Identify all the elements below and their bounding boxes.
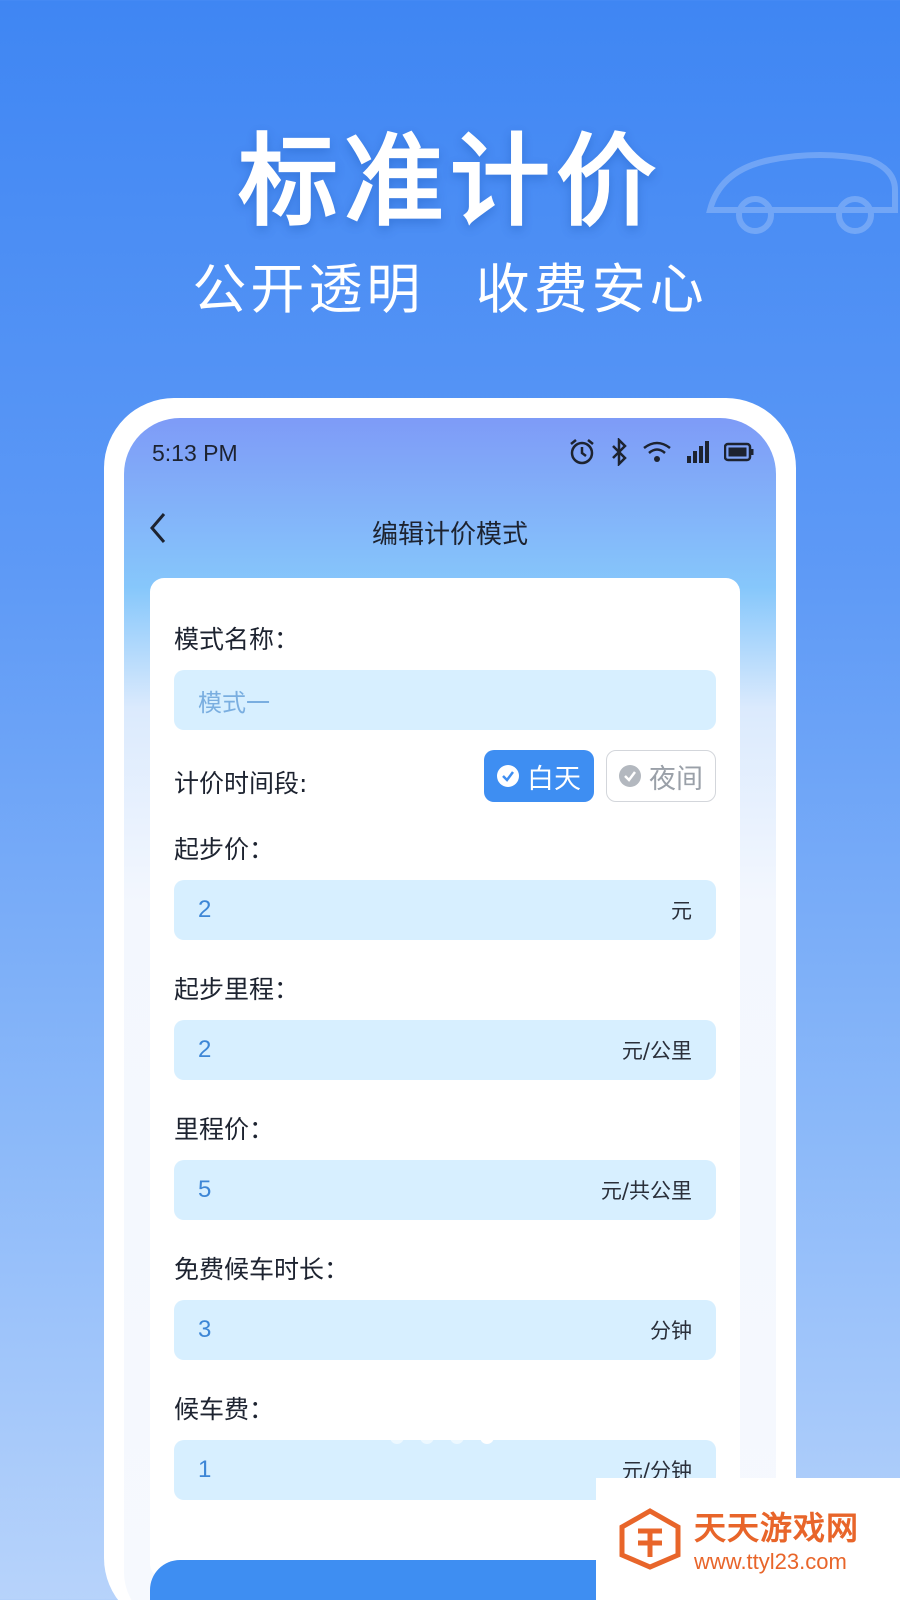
pagination-dot[interactable]	[390, 1430, 404, 1444]
watermark-url: www.ttyl23.com	[694, 1549, 847, 1574]
watermark-logo-icon	[619, 1508, 681, 1570]
start-distance-value: 2	[198, 1036, 212, 1063]
status-icons	[568, 438, 754, 466]
pricing-form-card: 模式名称： 模式一 计价时间段: 白天 夜间 起步价： 2 元 起步里程： 2 …	[150, 578, 740, 1578]
distance-price-unit: 元/共公里	[600, 1179, 692, 1203]
distance-price-label: 里程价：	[174, 1115, 275, 1144]
wifi-icon	[643, 441, 671, 462]
free-wait-unit: 分钟	[650, 1319, 692, 1343]
pagination-dots	[390, 1430, 494, 1444]
start-distance-label: 起步里程：	[174, 975, 300, 1004]
period-night-button[interactable]: 夜间	[606, 750, 716, 802]
watermark: 天天游戏网 www.ttyl23.com	[596, 1478, 900, 1600]
distance-price-input[interactable]: 5 元/共公里	[174, 1160, 716, 1220]
start-price-unit: 元	[671, 899, 692, 923]
start-distance-unit: 元/公里	[621, 1039, 692, 1063]
check-circle-icon	[497, 765, 519, 787]
promo-subtitle: 公开透明 收费安心	[192, 258, 708, 321]
start-distance-input[interactable]: 2 元/公里	[174, 1020, 716, 1080]
start-price-value: 2	[198, 896, 212, 923]
start-price-label: 起步价：	[174, 835, 275, 864]
page-title: 编辑计价模式	[371, 520, 528, 550]
signal-icon	[687, 441, 709, 463]
mode-name-label: 模式名称：	[174, 625, 300, 654]
pricing-period-label: 计价时间段:	[174, 769, 308, 798]
wait-fee-value: 1	[198, 1456, 212, 1483]
free-wait-label: 免费候车时长：	[174, 1255, 350, 1284]
car-decoration-icon	[706, 152, 898, 234]
period-day-button[interactable]: 白天	[484, 750, 594, 802]
status-bar: 5:13 PM	[124, 418, 776, 488]
free-wait-input[interactable]: 3 分钟	[174, 1300, 716, 1360]
mode-name-input[interactable]: 模式一	[174, 670, 716, 730]
wait-fee-label: 候车费：	[174, 1395, 275, 1424]
free-wait-value: 3	[198, 1316, 212, 1343]
pricing-period-row: 计价时间段: 白天 夜间	[174, 750, 716, 802]
pagination-dot[interactable]	[420, 1430, 434, 1444]
mode-name-placeholder: 模式一	[198, 689, 270, 717]
bluetooth-icon	[612, 438, 627, 466]
phone-screen: 5:13 PM 编辑计价模式 模式名称： 模式一 计价时间段: 白天 夜间 起步…	[124, 418, 776, 1600]
pagination-dot-active[interactable]	[480, 1430, 494, 1444]
period-day-label: 白天	[527, 763, 581, 795]
pagination-dot[interactable]	[450, 1430, 464, 1444]
distance-price-value: 5	[198, 1176, 212, 1203]
watermark-name: 天天游戏网	[694, 1509, 860, 1547]
check-circle-icon	[619, 765, 641, 787]
start-price-input[interactable]: 2 元	[174, 880, 716, 940]
nav-bar: 编辑计价模式	[124, 488, 776, 568]
battery-icon	[724, 442, 754, 462]
period-night-label: 夜间	[649, 763, 703, 795]
alarm-icon	[570, 439, 594, 465]
status-time: 5:13 PM	[152, 440, 238, 466]
